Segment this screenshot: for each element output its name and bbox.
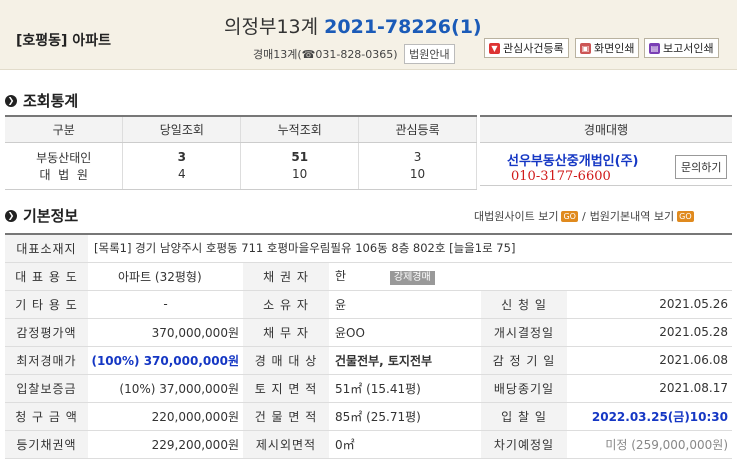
agent-phone: 010-3177-6600 [511,169,611,184]
info-value: 아파트 (32평형) [88,262,243,291]
info-label: 감정평가액 [5,318,88,347]
info-label: 최저경매가 [5,346,88,375]
print-report-button[interactable]: ▤ 보고서인쇄 [644,38,719,58]
case-header: [호평동] 아파트 의정부13계 2021-78226(1) 경매13계(☎03… [0,0,737,70]
stats-section-title: ❯ 조회통계 [5,90,78,111]
info-label: 토 지 면 적 [243,374,329,403]
info-label: 채 무 자 [243,318,329,347]
info-value: - [88,290,243,319]
stats-header: 당일조회 [122,116,242,143]
supreme-court-link[interactable]: 대법원사이트 보기 [474,208,558,224]
info-value: 2022.03.25(금)10:30 [567,402,732,431]
info-label: 제시외면적 [243,430,329,459]
external-links: 대법원사이트 보기 GO / 법원기본내역 보기 GO [474,208,694,224]
info-value: (100%) 370,000,000원 [88,346,243,375]
info-value: 2021.05.28 [567,318,732,347]
info-value: 한 [335,269,347,283]
link-divider: / [581,209,586,223]
info-label: 개시결정일 [481,318,567,347]
stats-header: 관심등록 [358,116,477,143]
register-interest-button[interactable]: ▼ 관심사건등록 [484,38,569,58]
info-label: 입 찰 일 [481,402,567,431]
court-contact: 경매13계(☎031-828-0365) 법원안내 [253,44,455,64]
stats-cell: 10 [358,165,477,190]
basic-info-table: 대표소재지 [목록1] 경기 남양주시 호평동 711 호평마을우림필유 106… [5,233,732,459]
info-label: 등기채권액 [5,430,88,459]
go-badge[interactable]: GO [677,210,694,222]
print-report-label: 보고서인쇄 [663,42,714,55]
case-title: 의정부13계 2021-78226(1) [224,12,482,39]
agent-name[interactable]: 선우부동산중개법인(주) [507,150,638,169]
stats-cell: 대 법 원 [5,165,124,190]
court-detail-link[interactable]: 법원기본내역 보기 [590,208,674,224]
stats-table: 구분 당일조회 누적조회 관심등록 부동산태인 3 51 3 대 법 원 4 1… [5,115,477,190]
court-division: 의정부13계 [224,16,319,38]
stats-cell: 51 [240,142,360,166]
auction-agent-panel: 경매대행 선우부동산중개법인(주) 010-3177-6600 문의하기 [480,115,732,186]
basic-title-text: 기본정보 [23,207,79,225]
printer-icon: ▣ [580,42,591,54]
info-value: 0㎡ [329,430,481,459]
info-value: 51㎡ (15.41평) [329,374,481,403]
case-number: 2021-78226(1) [324,16,482,38]
location-label: [호평동] 아파트 [16,33,111,49]
info-value: 2021.06.08 [567,346,732,375]
info-value: 370,000,000원 [88,318,243,347]
info-label: 채 권 자 [243,262,329,291]
go-badge[interactable]: GO [561,210,578,222]
stats-header: 누적조회 [240,116,360,143]
info-label: 감 정 기 일 [481,346,567,375]
info-label: 기 타 용 도 [5,290,88,319]
info-label: 소 유 자 [243,290,329,319]
info-label: 경 매 대 상 [243,346,329,375]
download-icon: ▼ [489,42,500,54]
info-label: 건 물 면 적 [243,402,329,431]
court-info-button[interactable]: 법원안내 [404,44,455,64]
address-label: 대표소재지 [5,234,88,263]
info-label: 청 구 금 액 [5,402,88,431]
inquiry-button[interactable]: 문의하기 [675,155,728,179]
info-value: 미정 (259,000,000원) [567,430,732,459]
info-value: 2021.05.26 [567,290,732,319]
address-value: [목록1] 경기 남양주시 호평동 711 호평마을우림필유 106동 8층 8… [88,234,732,263]
info-value: 220,000,000원 [88,402,243,431]
stats-header: 구분 [5,116,124,143]
info-value: 윤OO [329,318,481,347]
info-value: 85㎡ (25.71평) [329,402,481,431]
basic-section-title: ❯ 기본정보 [5,205,78,226]
info-value: 건물전부, 토지전부 [329,346,481,375]
chevron-right-icon: ❯ [5,94,17,107]
print-screen-button[interactable]: ▣ 화면인쇄 [575,38,640,58]
info-label: 대 표 용 도 [5,262,88,291]
info-value: 229,200,000원 [88,430,243,459]
agent-header: 경매대행 [480,117,732,143]
info-label: 배당종기일 [481,374,567,403]
info-value: 2021.08.17 [567,374,732,403]
info-label: 신 청 일 [481,290,567,319]
creditor-cell: 한 강제경매 [329,262,732,291]
court-phone: 경매13계(☎031-828-0365) [253,48,398,61]
info-label: 차기예정일 [481,430,567,459]
info-label: 입찰보증금 [5,374,88,403]
print-screen-label: 화면인쇄 [594,42,635,55]
chevron-right-icon: ❯ [5,209,17,222]
auction-type-badge: 강제경매 [389,271,435,285]
info-value: (10%) 37,000,000원 [88,374,243,403]
stats-cell: 부동산태인 [5,142,124,166]
stats-cell: 3 [122,142,242,166]
stats-cell: 10 [240,165,360,190]
register-interest-label: 관심사건등록 [503,42,564,55]
report-icon: ▤ [649,42,660,54]
stats-title-text: 조회통계 [23,92,79,110]
stats-cell: 4 [122,165,242,190]
info-value: 윤 [329,290,481,319]
stats-cell: 3 [358,142,477,166]
